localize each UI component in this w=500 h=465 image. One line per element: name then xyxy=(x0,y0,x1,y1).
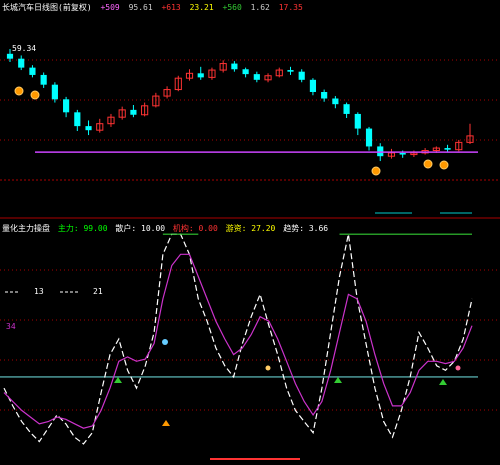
header-value-6: 17.35 xyxy=(278,3,303,12)
candle-body-down xyxy=(287,70,294,72)
candle-body-down xyxy=(309,79,317,92)
candle-body-down xyxy=(444,148,451,150)
signal-dot-icon xyxy=(162,339,168,345)
candle-body-down xyxy=(6,53,14,59)
indicator-label-21: 21 xyxy=(93,287,103,296)
indicator-series-line xyxy=(3,233,473,445)
candlestick-series xyxy=(6,48,474,162)
candle-body-down xyxy=(231,63,238,70)
indicator-value-2: 机构: 0.00 xyxy=(172,224,218,233)
signal-markers xyxy=(5,86,472,460)
indicator-value-3: 游资: 27.20 xyxy=(225,224,276,233)
candle-body-down xyxy=(343,104,350,114)
candle-body-down xyxy=(377,146,384,157)
signal-circle-icon xyxy=(14,86,24,96)
signal-dot-icon xyxy=(455,365,461,371)
header-value-5: 1.62 xyxy=(250,3,270,12)
indicator-series-line xyxy=(3,253,473,429)
indicator-title: 量化主力操盘 xyxy=(2,224,50,233)
stock-chart-window: 长城汽车日线图(前复权) +509 95.61 +613 23.21 +560 … xyxy=(0,0,500,465)
up-arrow-icon xyxy=(439,379,447,385)
signal-dot-icon xyxy=(265,365,271,371)
candle-body-down xyxy=(18,58,25,68)
indicator-value-4: 趋势: 3.66 xyxy=(283,224,329,233)
candle-body-down xyxy=(399,152,406,155)
candle-body-down xyxy=(197,73,204,78)
indicator-label-34: 34 xyxy=(6,322,16,331)
candle-body-down xyxy=(354,113,361,129)
indicator-lines xyxy=(0,233,478,445)
up-arrow-icon xyxy=(114,377,122,383)
candle-body-down xyxy=(85,126,92,131)
up-arrow-icon xyxy=(334,377,342,383)
main-chart-header: 长城汽车日线图(前复权) +509 95.61 +613 23.21 +560 … xyxy=(2,2,307,13)
candle-body-down xyxy=(63,99,70,113)
candle-body-down xyxy=(253,74,260,80)
candle-body-down xyxy=(321,92,328,99)
candle-body-down xyxy=(298,71,305,80)
indicator-value-0: 主力: 99.00 xyxy=(57,224,108,233)
candle-body-down xyxy=(332,98,339,105)
indicator-header: 量化主力操盘 主力: 99.00 散户: 10.00 机构: 0.00 游资: … xyxy=(2,223,331,234)
header-value-3: 23.21 xyxy=(189,3,214,12)
candle-body-down xyxy=(29,67,36,75)
candle-body-down xyxy=(40,74,47,85)
warning-triangle-icon xyxy=(162,420,170,426)
indicator-value-1: 散户: 10.00 xyxy=(115,224,166,233)
candle-body-down xyxy=(74,112,81,127)
price-label: 59.34 xyxy=(12,44,37,53)
candle-body-down xyxy=(130,109,137,115)
header-value-0: +509 xyxy=(100,3,125,12)
candle-body-down xyxy=(51,84,58,100)
header-value-4: +560 xyxy=(222,3,242,12)
signal-circle-icon xyxy=(30,90,40,100)
candle-body-down xyxy=(365,128,373,147)
signal-circle-icon xyxy=(371,166,381,176)
indicator-label-13: 13 xyxy=(34,287,44,296)
main-chart-title: 长城汽车日线图(前复权) xyxy=(2,3,92,12)
header-value-2: +613 xyxy=(161,3,181,12)
header-value-1: 95.61 xyxy=(128,3,153,12)
candle-body-down xyxy=(242,69,249,75)
signal-circle-icon xyxy=(439,160,449,170)
signal-circle-icon xyxy=(423,159,433,169)
